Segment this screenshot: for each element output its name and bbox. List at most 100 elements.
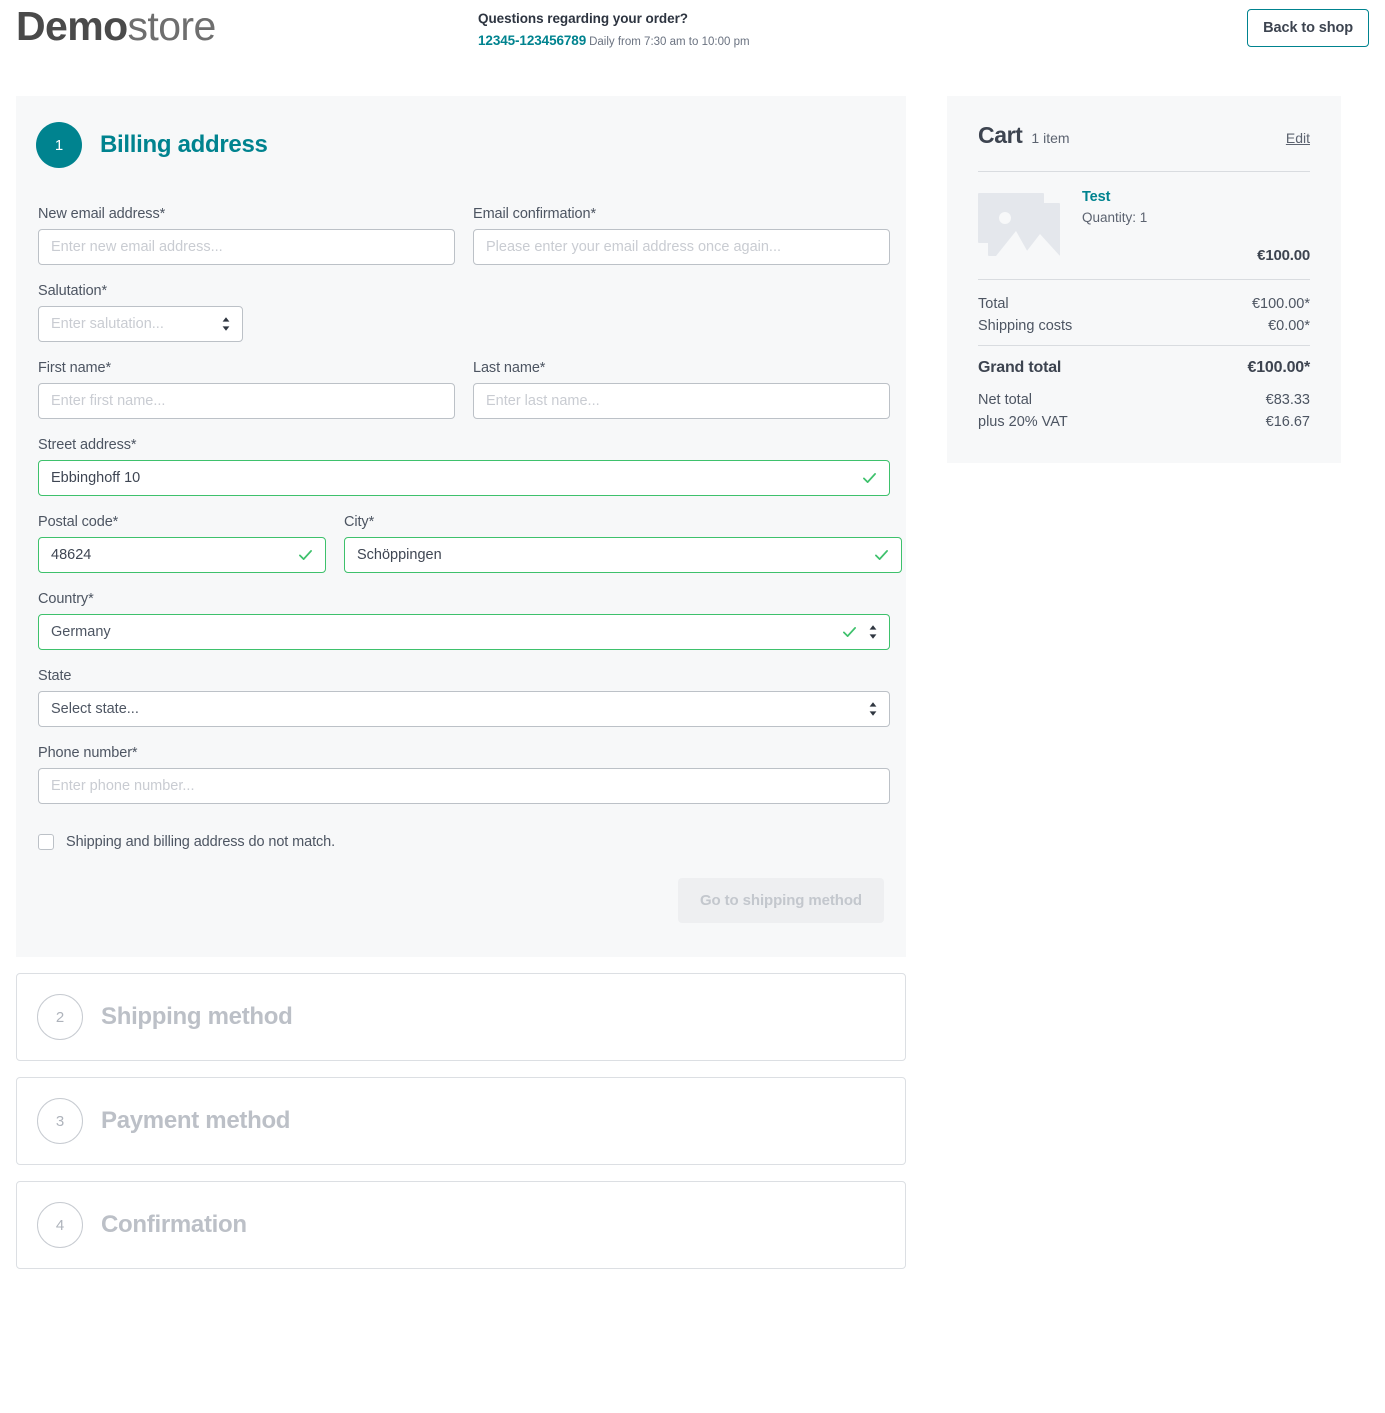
email-confirmation-input[interactable] xyxy=(473,229,890,265)
label-new-email: New email address* xyxy=(38,206,166,222)
step-title-confirmation: Confirmation xyxy=(101,1211,247,1238)
site-logo[interactable]: Demostore xyxy=(16,6,216,47)
postal-code-input[interactable] xyxy=(38,537,326,573)
back-to-shop-button[interactable]: Back to shop xyxy=(1247,9,1369,47)
checkout-sidebar: Cart 1 item Edit Test Quantity: 1 €100.0… xyxy=(947,96,1341,463)
cart-title: Cart xyxy=(978,122,1023,148)
field-phone-number: Phone number* xyxy=(38,745,890,804)
contact-details: 12345-123456789 Daily from 7:30 am to 10:… xyxy=(478,32,750,50)
new-email-input[interactable] xyxy=(38,229,455,265)
label-email-confirmation: Email confirmation* xyxy=(473,206,597,222)
step-shipping-method[interactable]: 2 Shipping method xyxy=(16,973,906,1061)
step-title-shipping-method: Shipping method xyxy=(101,1003,293,1030)
form-row-postal-city: Postal code* City* xyxy=(38,514,902,573)
summary-value-vat: €16.67 xyxy=(1265,414,1310,430)
field-salutation: Salutation* Enter salutation... xyxy=(38,283,243,342)
page-header: Demostore Questions regarding your order… xyxy=(0,0,1385,96)
go-to-shipping-method-button[interactable]: Go to shipping method xyxy=(677,878,884,923)
label-state: State xyxy=(38,668,72,684)
step-number-badge-3: 3 xyxy=(37,1098,83,1144)
product-image-placeholder-icon xyxy=(978,189,1066,265)
cart-tax-lines: Net total €83.33 plus 20% VAT €16.67 xyxy=(978,380,1310,433)
form-row-phone: Phone number* xyxy=(38,745,890,804)
phone-number-input[interactable] xyxy=(38,768,890,804)
checkout-page: 1 Billing address New email address* Ent… xyxy=(0,96,1385,1269)
summary-row-grand-total: Grand total €100.00* xyxy=(978,346,1310,380)
country-select-value: Germany xyxy=(51,624,111,640)
shipping-differs-label: Shipping and billing address do not matc… xyxy=(66,834,336,850)
summary-value-shipping: €0.00* xyxy=(1268,318,1310,334)
billing-address-form: New email address* Email confirmation* xyxy=(36,206,902,923)
state-select[interactable]: Select state... xyxy=(38,691,890,727)
salutation-select-value: Enter salutation... xyxy=(51,316,164,332)
step-billing-address-header: 1 Billing address xyxy=(36,122,886,168)
logo-text-light: store xyxy=(127,3,217,49)
label-street-address: Street address* xyxy=(38,437,137,453)
summary-label-shipping: Shipping costs xyxy=(978,318,1073,334)
contact-opening-hours: Daily from 7:30 am to 10:00 pm xyxy=(589,35,750,48)
field-city: City* xyxy=(344,514,902,573)
field-new-email: New email address* xyxy=(38,206,455,265)
city-input[interactable] xyxy=(344,537,902,573)
checkout-main-column: 1 Billing address New email address* Ent… xyxy=(16,96,906,1269)
summary-label-total: Total xyxy=(978,296,1009,312)
field-postal-code: Postal code* xyxy=(38,514,326,573)
last-name-input[interactable] xyxy=(473,383,890,419)
step-confirmation[interactable]: 4 Confirmation xyxy=(16,1181,906,1269)
field-last-name: Last name* xyxy=(473,360,890,419)
step-payment-method[interactable]: 3 Payment method xyxy=(16,1077,906,1165)
cart-summary-lines: Total €100.00* Shipping costs €0.00* xyxy=(978,280,1310,345)
summary-row-net-total: Net total €83.33 xyxy=(978,389,1310,411)
label-postal-code: Postal code* xyxy=(38,514,119,530)
cart-edit-link[interactable]: Edit xyxy=(1286,130,1310,146)
contact-phone-number[interactable]: 12345-123456789 xyxy=(478,33,586,48)
country-select[interactable]: Germany xyxy=(38,614,890,650)
logo-text-bold: Demo xyxy=(16,3,128,49)
state-select-value: Select state... xyxy=(51,701,139,717)
contact-block: Questions regarding your order? 12345-12… xyxy=(478,9,750,50)
label-first-name: First name* xyxy=(38,360,112,376)
summary-row-vat: plus 20% VAT €16.67 xyxy=(978,411,1310,433)
step-title-billing-address: Billing address xyxy=(100,131,268,158)
step-number-badge-2: 2 xyxy=(37,994,83,1040)
step-billing-address: 1 Billing address New email address* Ent… xyxy=(16,96,906,957)
cart-item-details: Test Quantity: 1 €100.00 xyxy=(1082,189,1310,265)
label-salutation: Salutation* xyxy=(38,283,108,299)
form-row-email: New email address* Email confirmation* xyxy=(38,206,890,265)
label-country: Country* xyxy=(38,591,94,607)
cart-header: Cart 1 item Edit xyxy=(978,122,1310,149)
first-name-input[interactable] xyxy=(38,383,455,419)
street-address-input[interactable] xyxy=(38,460,890,496)
cart-summary-panel: Cart 1 item Edit Test Quantity: 1 €100.0… xyxy=(947,96,1341,463)
field-street-address: Street address* xyxy=(38,437,890,496)
shipping-differs-row[interactable]: Shipping and billing address do not matc… xyxy=(38,834,884,850)
cart-item-count: 1 item xyxy=(1031,130,1070,146)
field-first-name: First name* xyxy=(38,360,455,419)
cart-item-price: €100.00 xyxy=(1257,247,1310,264)
form-row-street: Street address* xyxy=(38,437,890,496)
shipping-differs-checkbox[interactable] xyxy=(38,834,54,850)
step-number-badge-1: 1 xyxy=(36,122,82,168)
summary-row-shipping: Shipping costs €0.00* xyxy=(978,315,1310,337)
label-city: City* xyxy=(344,514,375,530)
summary-value-total: €100.00* xyxy=(1251,296,1310,312)
summary-value-net-total: €83.33 xyxy=(1265,392,1310,408)
summary-value-grand-total: €100.00* xyxy=(1247,359,1311,376)
cart-item-name[interactable]: Test xyxy=(1082,189,1310,205)
field-email-confirmation: Email confirmation* xyxy=(473,206,890,265)
cart-line-item: Test Quantity: 1 €100.00 xyxy=(978,172,1310,279)
summary-label-net-total: Net total xyxy=(978,392,1032,408)
form-row-name: First name* Last name* xyxy=(38,360,890,419)
salutation-select[interactable]: Enter salutation... xyxy=(38,306,243,342)
field-country: Country* Germany xyxy=(38,591,890,650)
form-row-salutation: Salutation* Enter salutation... xyxy=(38,283,884,342)
step-title-payment-method: Payment method xyxy=(101,1107,291,1134)
field-state: State Select state... xyxy=(38,668,890,727)
step-number-badge-4: 4 xyxy=(37,1202,83,1248)
summary-label-vat: plus 20% VAT xyxy=(978,414,1068,430)
cart-item-quantity: Quantity: 1 xyxy=(1082,210,1148,225)
contact-question: Questions regarding your order? xyxy=(478,11,688,26)
label-phone-number: Phone number* xyxy=(38,745,138,761)
summary-label-grand-total: Grand total xyxy=(978,359,1062,376)
label-last-name: Last name* xyxy=(473,360,546,376)
